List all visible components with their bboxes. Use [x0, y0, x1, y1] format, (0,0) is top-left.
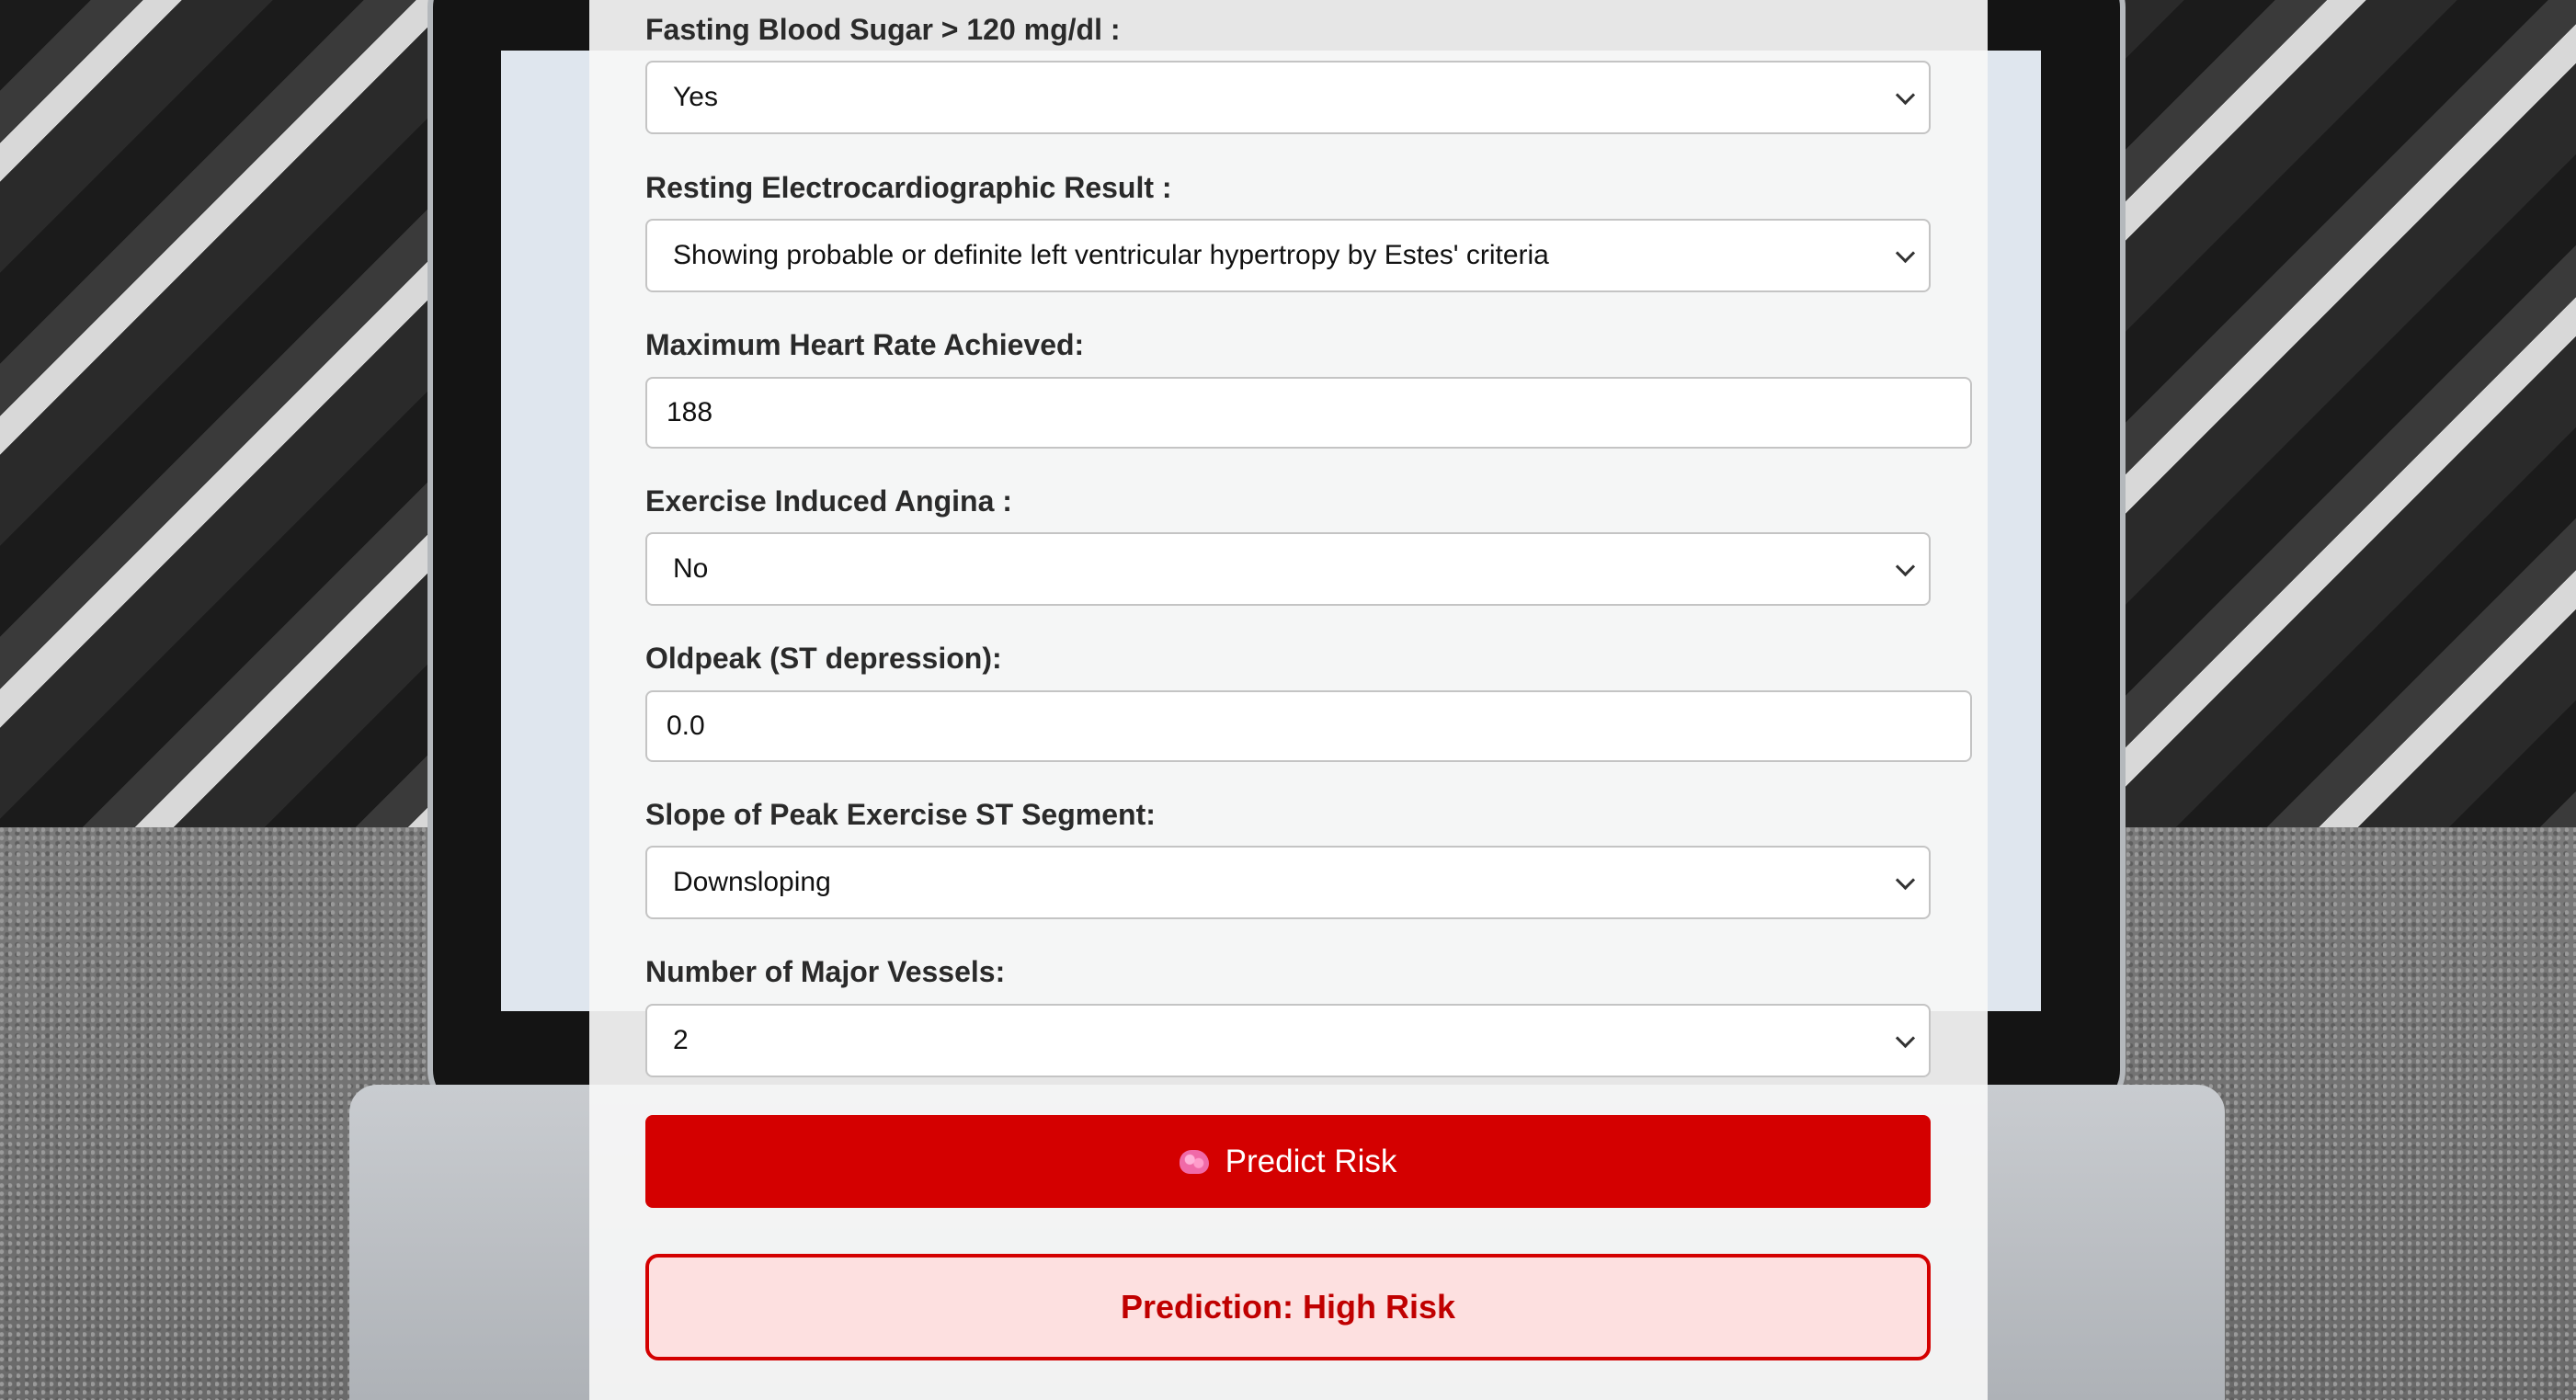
major-vessels-value: 2 [673, 1025, 689, 1055]
major-vessels-select[interactable]: 2 [645, 1004, 1931, 1077]
chevron-down-icon [1895, 85, 1916, 106]
chevron-down-icon [1895, 243, 1916, 264]
fasting-blood-sugar-label: Fasting Blood Sugar > 120 mg/dl : [645, 13, 1121, 46]
prediction-result-box: Prediction: High Risk [645, 1254, 1931, 1360]
predict-risk-label: Predict Risk [1225, 1143, 1397, 1179]
chevron-down-icon [1895, 870, 1916, 891]
brain-icon [1179, 1149, 1209, 1174]
major-vessels-label: Number of Major Vessels: [645, 955, 1006, 988]
oldpeak-input[interactable]: 0.0 [645, 690, 1972, 762]
chevron-down-icon [1895, 556, 1916, 577]
resting-ecg-label: Resting Electrocardiographic Result : [645, 171, 1172, 204]
slope-value: Downsloping [673, 867, 831, 897]
resting-ecg-select[interactable]: Showing probable or definite left ventri… [645, 219, 1931, 292]
fasting-blood-sugar-select[interactable]: Yes [645, 61, 1931, 134]
slope-label: Slope of Peak Exercise ST Segment: [645, 798, 1156, 831]
predict-risk-button[interactable]: Predict Risk [645, 1115, 1931, 1208]
max-heart-rate-input[interactable]: 188 [645, 377, 1972, 449]
fasting-blood-sugar-value: Yes [673, 82, 718, 112]
oldpeak-label: Oldpeak (ST depression): [645, 642, 1002, 675]
exercise-angina-value: No [673, 553, 709, 584]
exercise-angina-label: Exercise Induced Angina : [645, 484, 1012, 518]
exercise-angina-select[interactable]: No [645, 532, 1931, 606]
prediction-result-text: Prediction: High Risk [1120, 1288, 1456, 1326]
resting-ecg-value: Showing probable or definite left ventri… [673, 240, 1549, 270]
max-heart-rate-label: Maximum Heart Rate Achieved: [645, 328, 1085, 361]
slope-select[interactable]: Downsloping [645, 846, 1931, 919]
chevron-down-icon [1895, 1028, 1916, 1049]
